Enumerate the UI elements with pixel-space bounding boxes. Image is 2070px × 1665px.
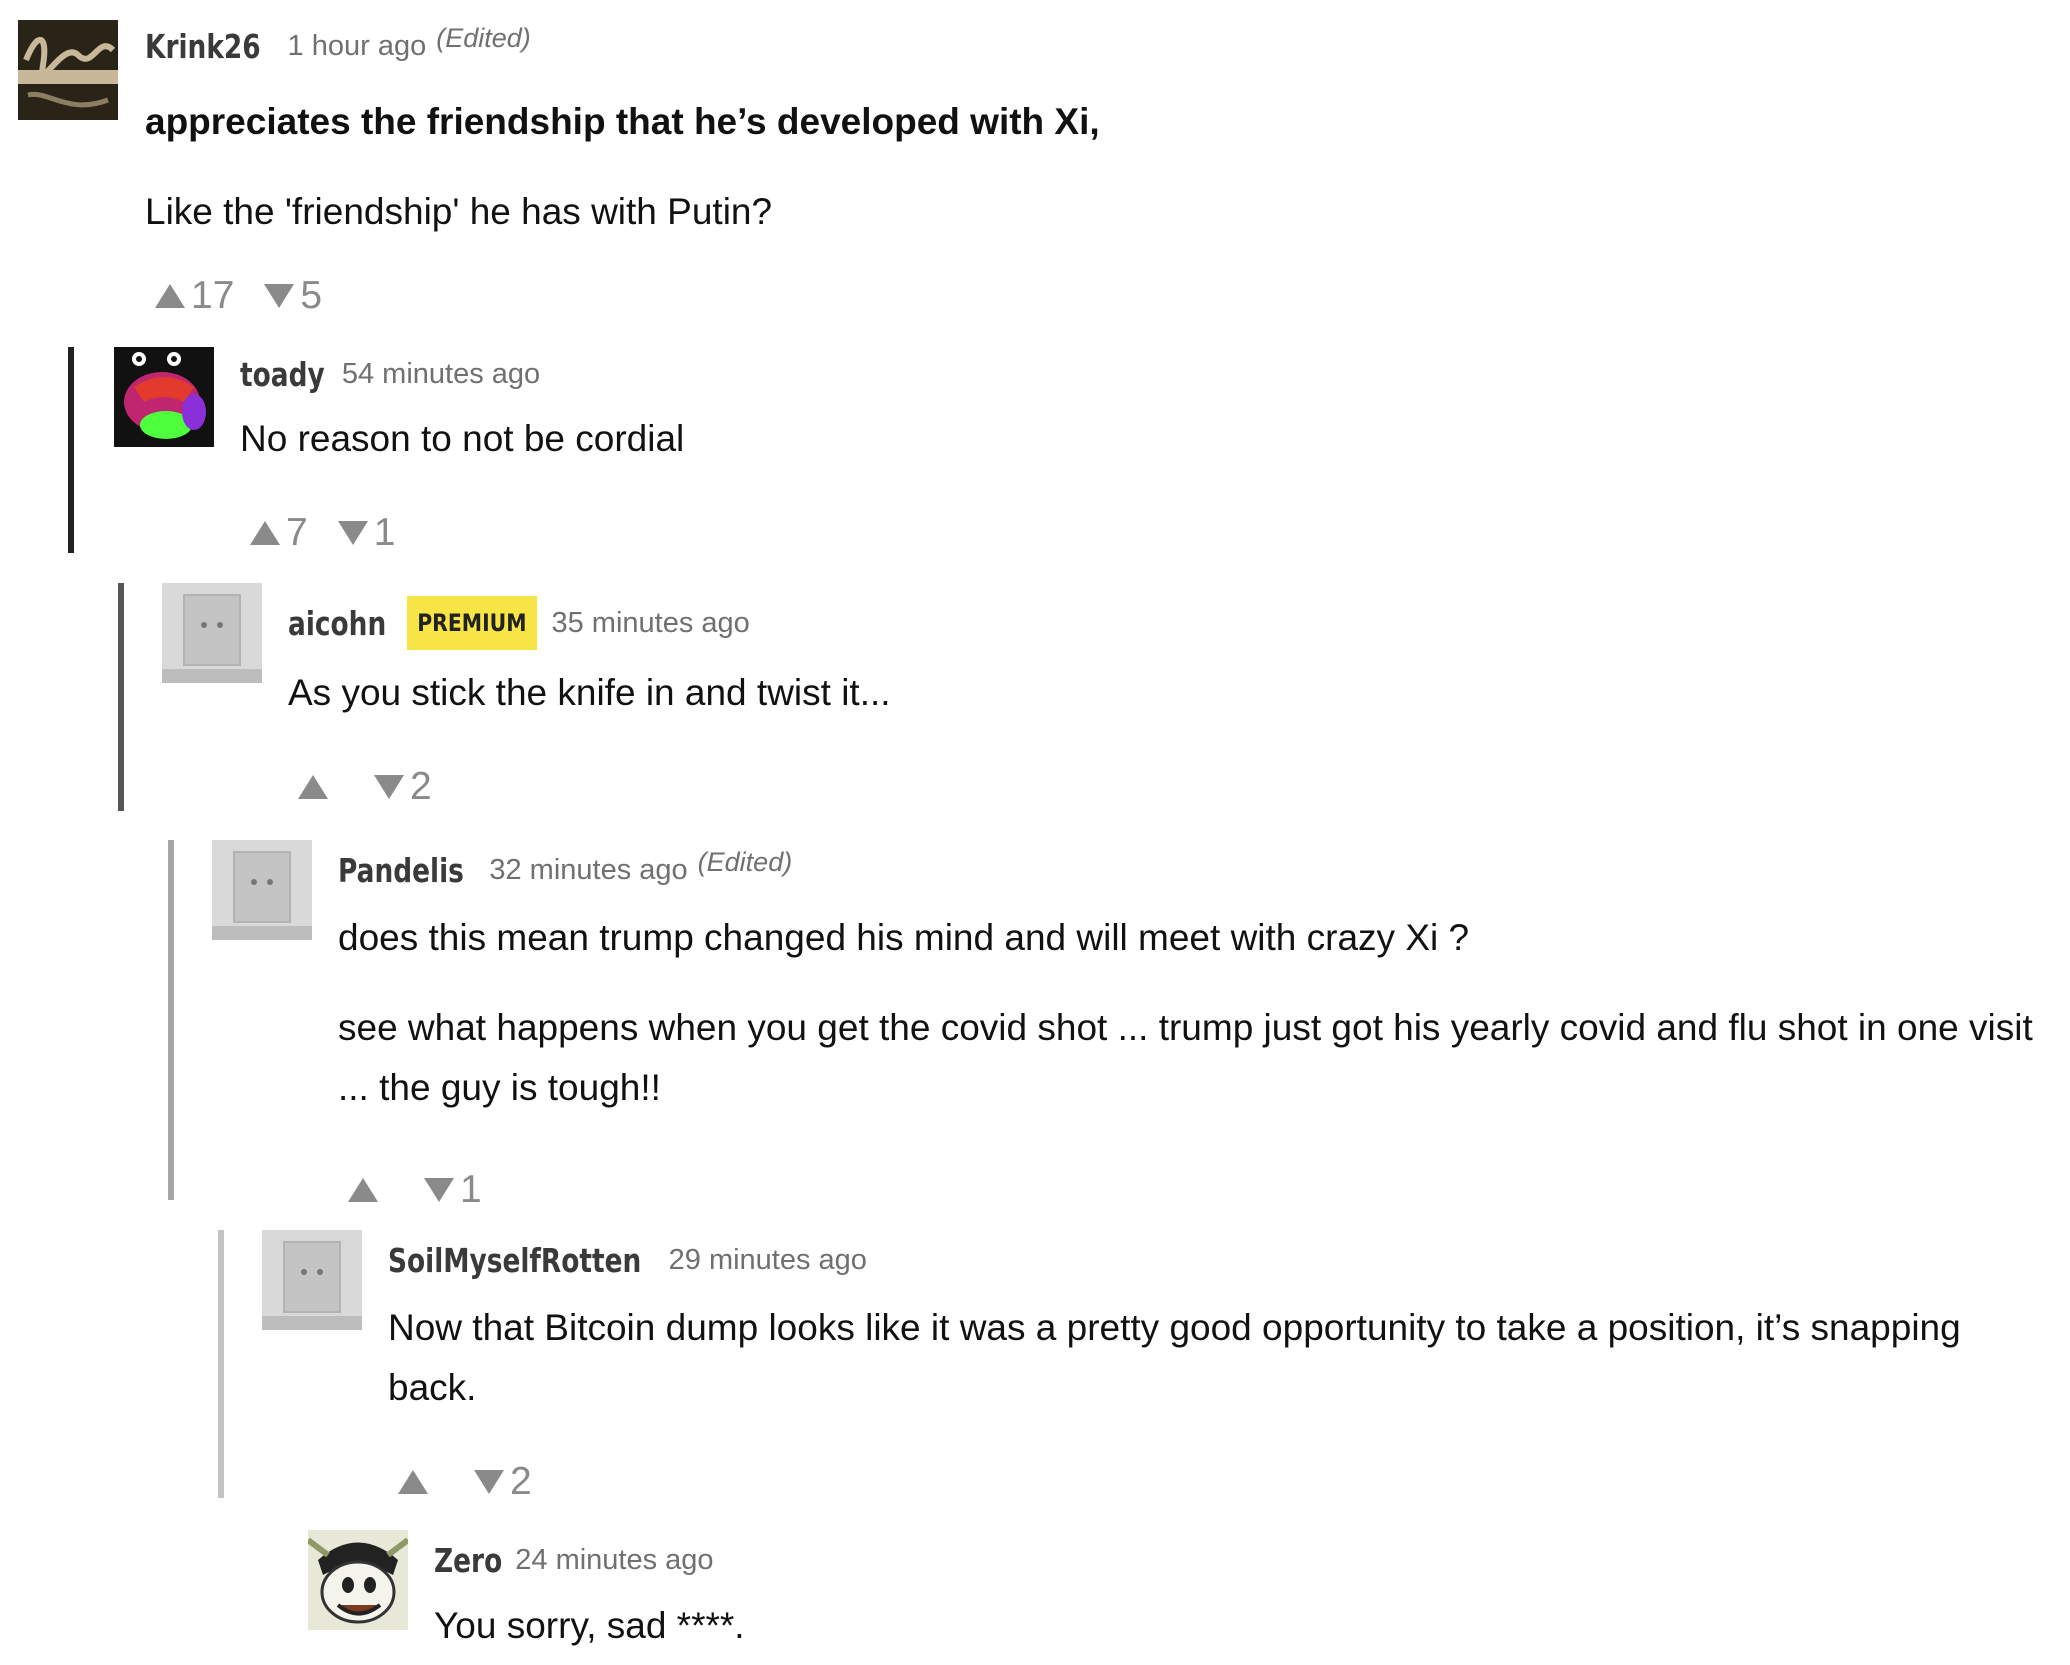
comment-meta: Zero 24 minutes ago xyxy=(434,1532,745,1588)
comment-text: does this mean trump changed his mind an… xyxy=(338,917,1470,958)
downvote-button[interactable]: 1 xyxy=(337,511,396,555)
upvote-button[interactable] xyxy=(298,775,334,799)
comment-body: Krink26 1 hour ago (Edited) appreciates … xyxy=(145,20,1100,324)
upvote-button[interactable]: 7 xyxy=(250,511,308,555)
avatar-zero[interactable] xyxy=(308,1530,408,1630)
thread-line[interactable] xyxy=(68,347,74,553)
comment-text: Now that Bitcoin dump looks like it was … xyxy=(388,1307,1961,1408)
comment-body: SoilMyselfRotten 29 minutes ago Now that… xyxy=(388,1230,2028,1510)
upvote-button[interactable]: 17 xyxy=(155,274,234,318)
username[interactable]: aicohn xyxy=(288,604,386,643)
comment-meta: toady 54 minutes ago xyxy=(240,347,684,401)
upvote-icon xyxy=(298,775,328,799)
comment-body: Pandelis 32 minutes ago (Edited) does th… xyxy=(338,840,2038,1218)
upvote-button[interactable] xyxy=(348,1178,384,1202)
downvote-button[interactable]: 1 xyxy=(424,1168,482,1212)
comment-text: You sorry, sad ****. xyxy=(434,1605,745,1646)
thread-line[interactable] xyxy=(118,583,124,811)
timestamp[interactable]: 54 minutes ago xyxy=(342,358,540,391)
username[interactable]: Krink26 xyxy=(145,27,261,66)
default-user-avatar xyxy=(162,583,262,683)
downvote-button[interactable]: 2 xyxy=(374,765,432,809)
timestamp[interactable]: 1 hour ago xyxy=(288,30,427,63)
comment-text: see what happens when you get the covid … xyxy=(338,1007,2033,1108)
downvote-button[interactable]: 2 xyxy=(474,1460,532,1504)
timestamp[interactable]: 35 minutes ago xyxy=(551,607,749,640)
timestamp[interactable]: 32 minutes ago xyxy=(489,854,687,887)
downvote-icon xyxy=(374,775,404,799)
edited-label: (Edited) xyxy=(436,22,531,53)
comment-text: No reason to not be cordial xyxy=(240,418,685,459)
downvote-count: 2 xyxy=(510,1460,532,1503)
thread-line[interactable] xyxy=(218,1230,224,1498)
comment-text: As you stick the knife in and twist it..… xyxy=(288,672,891,713)
comment-text: Like the 'friendship' he has with Putin? xyxy=(145,191,773,232)
comment-meta: SoilMyselfRotten 29 minutes ago xyxy=(388,1232,2028,1288)
downvote-count: 2 xyxy=(410,765,432,808)
upvote-count: 17 xyxy=(191,274,235,317)
downvote-icon xyxy=(337,521,368,545)
avatar-toady[interactable] xyxy=(114,347,214,447)
default-user-avatar xyxy=(262,1230,362,1330)
avatar-aicohn[interactable] xyxy=(162,583,262,683)
downvote-count: 1 xyxy=(460,1168,482,1211)
timestamp[interactable]: 29 minutes ago xyxy=(669,1244,867,1277)
downvote-icon xyxy=(474,1470,504,1494)
upvote-icon xyxy=(155,284,185,308)
saloon-logo-avatar xyxy=(18,20,118,120)
premium-badge: PREMIUM xyxy=(406,596,537,650)
timestamp[interactable]: 24 minutes ago xyxy=(515,1544,713,1577)
comment-body: aicohn PREMIUM 35 minutes ago As you sti… xyxy=(288,583,891,815)
edited-label: (Edited) xyxy=(697,846,793,877)
vote-bar: 2 xyxy=(398,1454,2028,1510)
avatar-soilmyselfrotten[interactable] xyxy=(262,1230,362,1330)
downvote-button[interactable]: 5 xyxy=(264,274,322,318)
username[interactable]: Zero xyxy=(434,1541,502,1580)
comment-meta: Pandelis 32 minutes ago (Edited) xyxy=(338,842,2038,898)
comment-meta: aicohn PREMIUM 35 minutes ago xyxy=(288,595,891,651)
upvote-count: 7 xyxy=(286,511,308,554)
comment-meta: Krink26 1 hour ago (Edited) xyxy=(145,20,1100,72)
comment-body: Zero 24 minutes ago You sorry, sad ****. xyxy=(434,1530,745,1656)
thread-line[interactable] xyxy=(168,840,174,1200)
upvote-icon xyxy=(398,1470,428,1494)
cartoon-character-avatar xyxy=(308,1530,408,1630)
username[interactable]: SoilMyselfRotten xyxy=(388,1241,641,1280)
vote-bar: 1 xyxy=(348,1162,2038,1218)
avatar-pandelis[interactable] xyxy=(212,840,312,940)
downvote-icon xyxy=(264,284,295,308)
downvote-icon xyxy=(424,1178,454,1202)
upvote-button[interactable] xyxy=(398,1470,434,1494)
vote-bar: 17 5 xyxy=(155,268,1100,324)
frog-avatar xyxy=(114,347,214,447)
downvote-count: 5 xyxy=(300,274,323,317)
avatar-krink26[interactable] xyxy=(18,20,118,120)
upvote-icon xyxy=(250,521,280,545)
vote-bar: 2 xyxy=(298,759,891,815)
default-user-avatar xyxy=(212,840,312,940)
vote-bar: 7 1 xyxy=(250,505,684,561)
downvote-count: 1 xyxy=(373,511,396,554)
username[interactable]: Pandelis xyxy=(338,851,464,890)
upvote-icon xyxy=(348,1178,378,1202)
username[interactable]: toady xyxy=(240,355,325,394)
comment-body: toady 54 minutes ago No reason to not be… xyxy=(240,347,684,561)
quoted-text: appreciates the friendship that he’s dev… xyxy=(145,101,1100,142)
